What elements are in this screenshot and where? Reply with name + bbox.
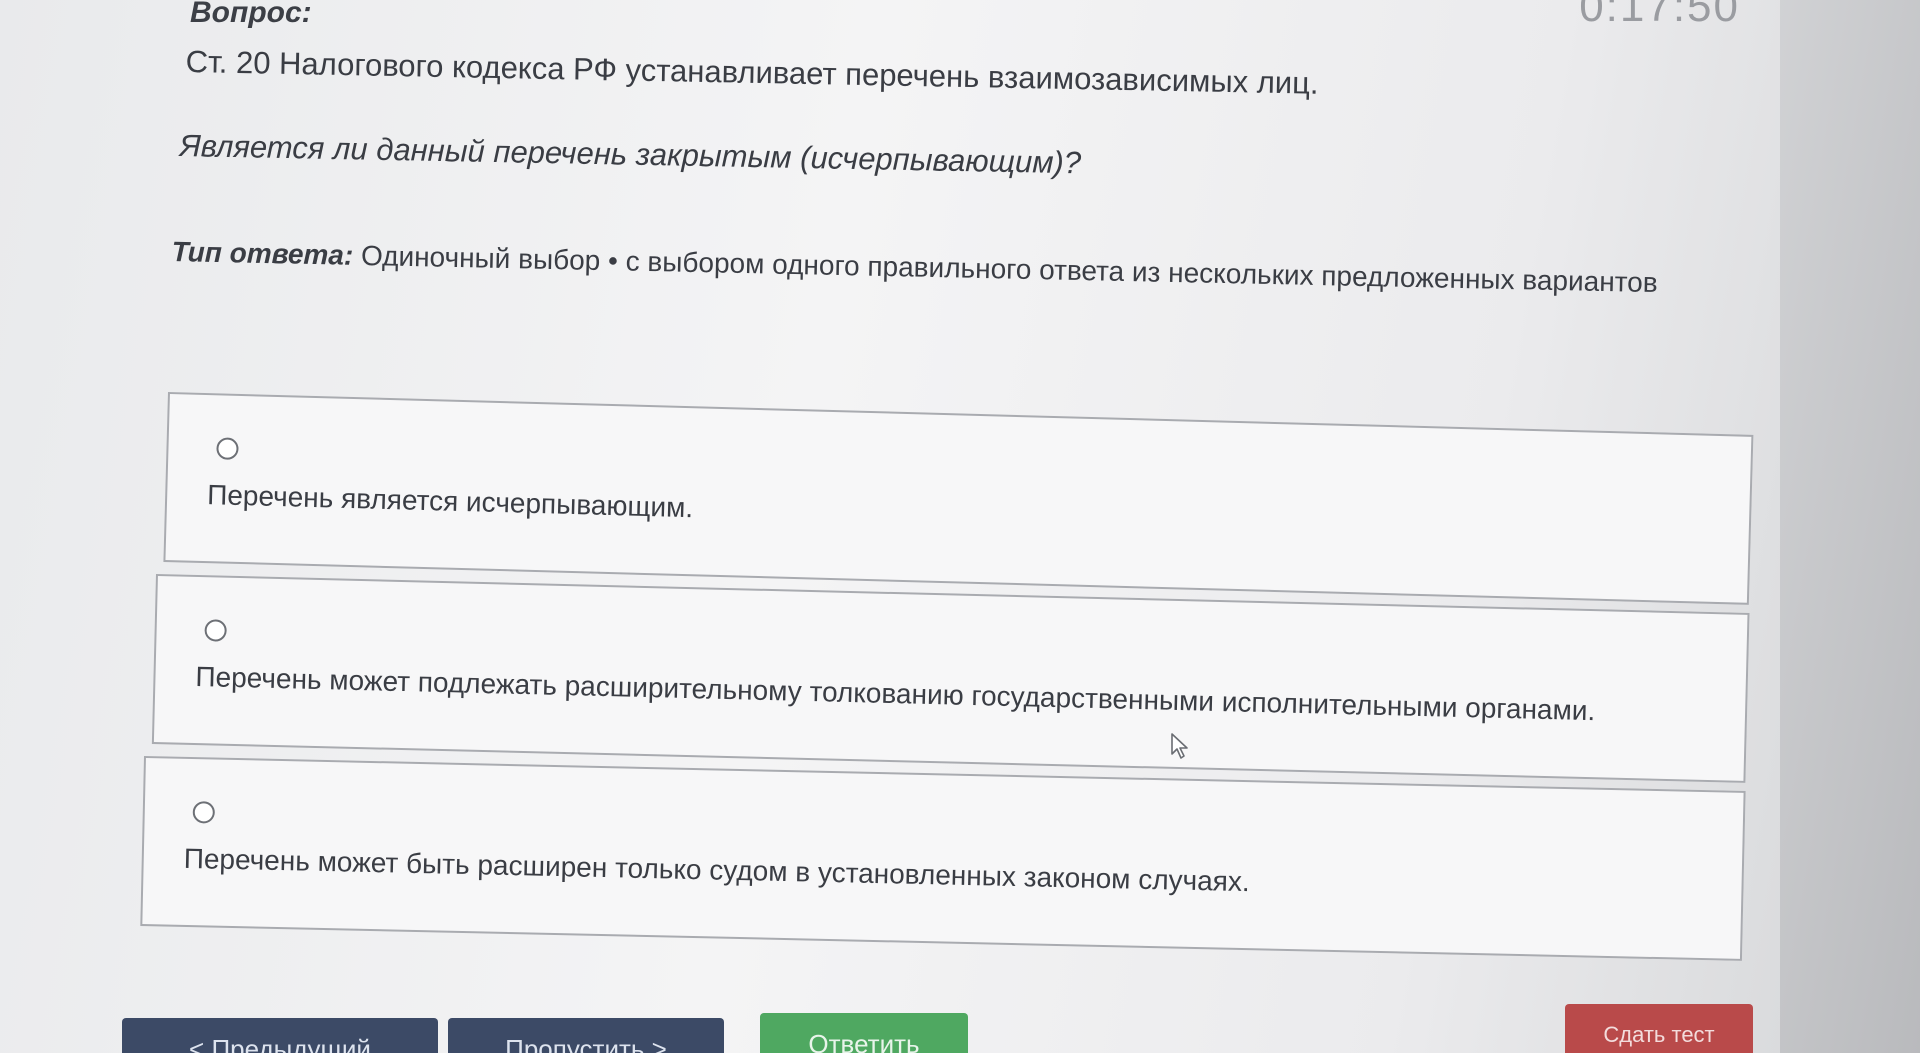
radio-button-1[interactable] bbox=[216, 437, 239, 460]
answer-option-1-text: Перечень является исчерпывающим. bbox=[206, 479, 694, 524]
answer-type-label: Тип ответа: bbox=[171, 236, 354, 271]
radio-button-3[interactable] bbox=[192, 801, 216, 824]
answer-button[interactable]: Ответить bbox=[760, 1013, 968, 1053]
answer-option-3-text: Перечень может быть расширен только судо… bbox=[183, 842, 1251, 898]
skip-button[interactable]: Пропустить > bbox=[448, 1018, 724, 1053]
question-label: Вопрос: bbox=[190, 0, 312, 29]
test-page: 0:17:50 Вопрос: Ст. 20 Налогового кодекс… bbox=[0, 0, 1920, 1053]
answer-option-2-text: Перечень может подлежать расширительному… bbox=[195, 661, 1596, 727]
answer-option-3[interactable]: Перечень может быть расширен только судо… bbox=[140, 756, 1746, 961]
radio-button-2[interactable] bbox=[204, 619, 227, 642]
previous-button[interactable]: < Предыдущий bbox=[122, 1018, 438, 1053]
timer: 0:17:50 bbox=[1579, 0, 1740, 31]
mouse-cursor-icon bbox=[1171, 733, 1188, 759]
finish-test-button[interactable]: Сдать тест bbox=[1565, 1004, 1753, 1053]
